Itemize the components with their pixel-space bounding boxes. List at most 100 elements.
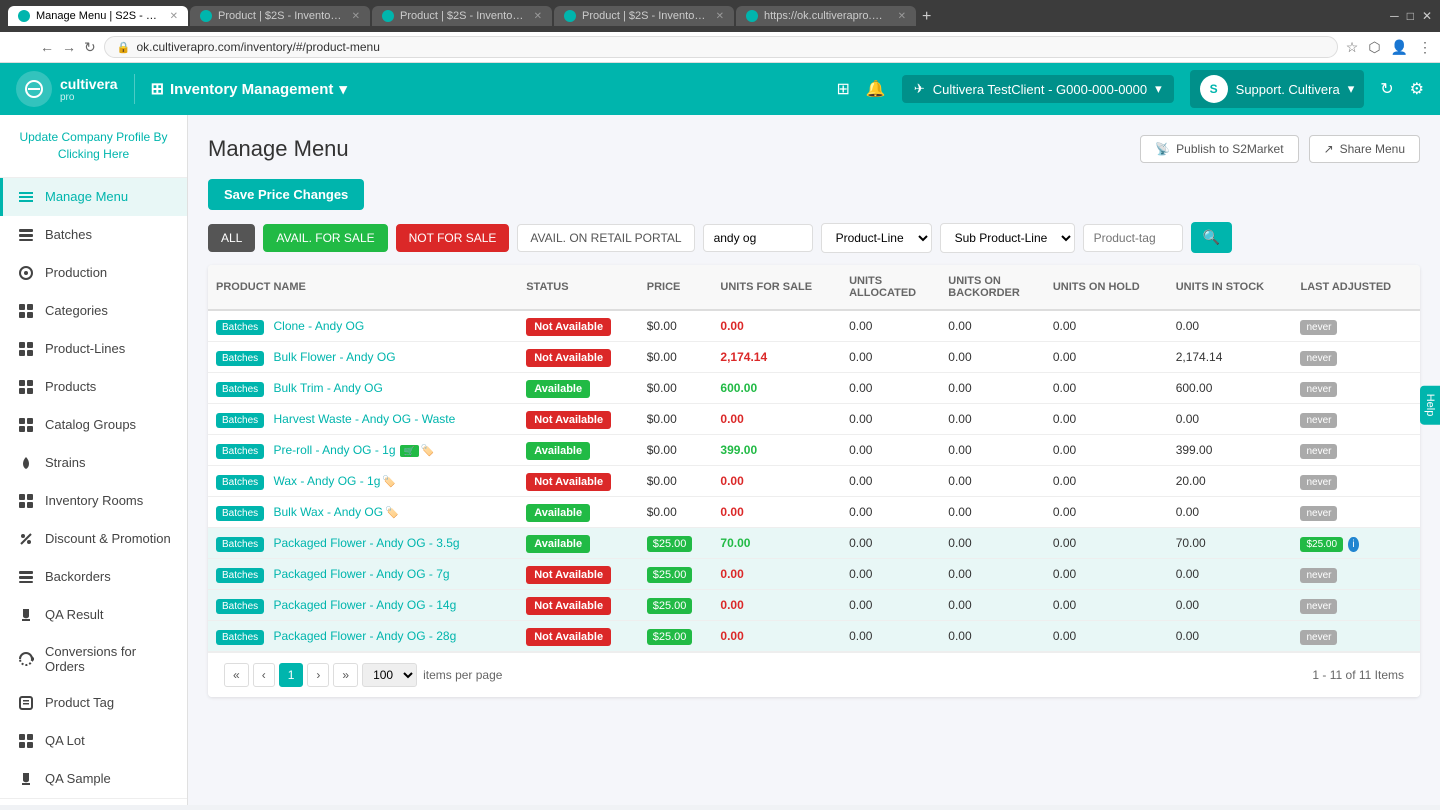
tab-close-5[interactable]: ✕: [898, 11, 906, 22]
batches-badge[interactable]: Batches: [216, 444, 264, 459]
new-tab-button[interactable]: +: [918, 8, 935, 26]
bookmark-icon[interactable]: ☆: [1346, 39, 1359, 56]
info-icon[interactable]: i: [1348, 537, 1358, 552]
sidebar-item-backorders[interactable]: Backorders: [0, 558, 187, 596]
filter-tab-all[interactable]: ALL: [208, 224, 255, 252]
sub-product-line-filter[interactable]: Sub Product-Line: [940, 223, 1075, 253]
tab-2[interactable]: Product | $2S - Inventory Manag... ✕: [190, 6, 370, 26]
minimize-icon[interactable]: ─: [1390, 9, 1399, 23]
tab-favicon-2: [200, 10, 212, 22]
profile-icon[interactable]: 👤: [1391, 39, 1408, 56]
prev-page-button[interactable]: ‹: [253, 663, 275, 687]
batches-badge[interactable]: Batches: [216, 320, 264, 335]
product-link[interactable]: Bulk Wax - Andy OG: [273, 505, 383, 519]
page-title: Manage Menu: [208, 136, 349, 162]
sidebar-item-product-lines[interactable]: Product-Lines: [0, 330, 187, 368]
product-tag-input[interactable]: [1083, 224, 1183, 252]
sidebar-item-qa-result[interactable]: QA Result: [0, 596, 187, 634]
last-page-button[interactable]: »: [333, 663, 358, 687]
filter-tab-retail[interactable]: AVAIL. ON RETAIL PORTAL: [517, 224, 694, 252]
tab-3[interactable]: Product | $2S - Inventory Manag... ✕: [372, 6, 552, 26]
sidebar-item-manage-menu[interactable]: Manage Menu: [0, 178, 187, 216]
forward-button[interactable]: →: [62, 39, 76, 56]
product-link[interactable]: Packaged Flower - Andy OG - 3.5g: [273, 536, 459, 550]
user-label: Support. Cultivera: [1236, 82, 1340, 97]
sidebar-item-qa-sample[interactable]: QA Sample: [0, 760, 187, 798]
batches-badge[interactable]: Batches: [216, 506, 264, 521]
filter-tab-not-sale[interactable]: NOT FOR SALE: [396, 224, 510, 252]
user-menu[interactable]: S Support. Cultivera ▾: [1190, 70, 1365, 108]
tab-active[interactable]: Manage Menu | S2S - Inventory... ✕: [8, 6, 188, 26]
batches-badge[interactable]: Batches: [216, 537, 264, 552]
close-icon[interactable]: ✕: [1422, 9, 1432, 23]
product-link[interactable]: Packaged Flower - Andy OG - 14g: [273, 598, 456, 612]
product-link[interactable]: Wax - Andy OG - 1g: [273, 474, 380, 488]
sidebar-item-production[interactable]: Production: [0, 254, 187, 292]
save-section: Save Price Changes: [208, 179, 1420, 210]
items-per-page-select[interactable]: 100 50 25: [362, 663, 417, 687]
batches-badge[interactable]: Batches: [216, 413, 264, 428]
sidebar-item-qa-lot[interactable]: QA Lot: [0, 722, 187, 760]
tab-close-1[interactable]: ✕: [170, 11, 178, 22]
url-bar[interactable]: 🔒 ok.cultiverapro.com/inventory/#/produc…: [104, 36, 1338, 58]
reload-button[interactable]: ↻: [84, 39, 96, 56]
share-menu-button[interactable]: ↗ Share Menu: [1309, 135, 1420, 163]
batches-badge[interactable]: Batches: [216, 599, 264, 614]
sidebar-item-batches[interactable]: Batches: [0, 216, 187, 254]
sidebar-item-employee[interactable]: Employee: [0, 799, 187, 805]
settings-icon[interactable]: ⚙: [1410, 79, 1424, 99]
publish-button[interactable]: 📡 Publish to S2Market: [1140, 135, 1298, 163]
batches-badge[interactable]: Batches: [216, 630, 264, 645]
next-page-button[interactable]: ›: [307, 663, 329, 687]
sidebar-item-strains[interactable]: Strains: [0, 444, 187, 482]
product-link[interactable]: Pre-roll - Andy OG - 1g: [273, 443, 395, 457]
grid-apps-icon[interactable]: ⊞: [837, 79, 850, 99]
back-button[interactable]: ←: [40, 39, 54, 56]
cell-last-adjusted: $25.00 i: [1292, 528, 1420, 559]
tab-4[interactable]: Product | $2S - Inventory Manag... ✕: [554, 6, 734, 26]
sidebar-item-categories[interactable]: Categories: [0, 292, 187, 330]
tab-close-3[interactable]: ✕: [534, 11, 542, 22]
product-link[interactable]: Packaged Flower - Andy OG - 7g: [273, 567, 449, 581]
maximize-icon[interactable]: □: [1407, 9, 1414, 23]
client-selector[interactable]: ✈ Cultivera TestClient - G000-000-0000 ▾: [902, 75, 1174, 103]
batches-badge[interactable]: Batches: [216, 475, 264, 490]
extensions-icon[interactable]: ⬡: [1368, 39, 1380, 56]
sidebar-item-catalog-groups[interactable]: Catalog Groups: [0, 406, 187, 444]
sidebar-item-discount-promotion[interactable]: Discount & Promotion: [0, 520, 187, 558]
tab-5[interactable]: https://ok.cultiverapro.com/inv... ✕: [736, 6, 916, 26]
tab-close-2[interactable]: ✕: [352, 11, 360, 22]
product-link[interactable]: Clone - Andy OG: [273, 319, 364, 333]
sidebar-item-product-tag[interactable]: Product Tag: [0, 684, 187, 722]
cell-units-sale: 70.00: [712, 528, 841, 559]
search-button[interactable]: 🔍: [1191, 222, 1232, 253]
batches-badge[interactable]: Batches: [216, 568, 264, 583]
save-price-changes-button[interactable]: Save Price Changes: [208, 179, 364, 210]
refresh-button[interactable]: ↻: [1380, 79, 1393, 99]
tab-close-4[interactable]: ✕: [716, 11, 724, 22]
batches-badge[interactable]: Batches: [216, 382, 264, 397]
batches-badge[interactable]: Batches: [216, 351, 264, 366]
cell-units-allocated: 0.00: [841, 497, 940, 528]
product-line-filter[interactable]: Product-Line: [821, 223, 932, 253]
help-tab[interactable]: Help: [1420, 386, 1440, 425]
company-profile-link[interactable]: Update Company Profile By Clicking Here: [12, 129, 175, 163]
page-1-button[interactable]: 1: [279, 663, 304, 687]
menu-icon[interactable]: ⋮: [1418, 39, 1432, 56]
product-link[interactable]: Bulk Trim - Andy OG: [273, 381, 382, 395]
cell-units-hold: 0.00: [1045, 435, 1168, 466]
sidebar-item-conversions[interactable]: Conversions for Orders: [0, 634, 187, 684]
sidebar-label-catalog-groups: Catalog Groups: [45, 417, 136, 432]
product-link[interactable]: Bulk Flower - Andy OG: [273, 350, 395, 364]
first-page-button[interactable]: «: [224, 663, 249, 687]
filter-tab-avail-sale[interactable]: AVAIL. FOR SALE: [263, 224, 387, 252]
search-input[interactable]: [703, 224, 813, 252]
nav-module[interactable]: ⊞ Inventory Management ▾: [151, 79, 347, 99]
bell-icon[interactable]: 🔔: [866, 79, 886, 99]
product-link[interactable]: Packaged Flower - Andy OG - 28g: [273, 629, 456, 643]
sidebar-item-products[interactable]: Products: [0, 368, 187, 406]
cell-units-stock: 70.00: [1168, 528, 1293, 559]
product-link[interactable]: Harvest Waste - Andy OG - Waste: [273, 412, 455, 426]
sidebar-item-inventory-rooms[interactable]: Inventory Rooms: [0, 482, 187, 520]
table-row: Batches Packaged Flower - Andy OG - 7g N…: [208, 559, 1420, 590]
